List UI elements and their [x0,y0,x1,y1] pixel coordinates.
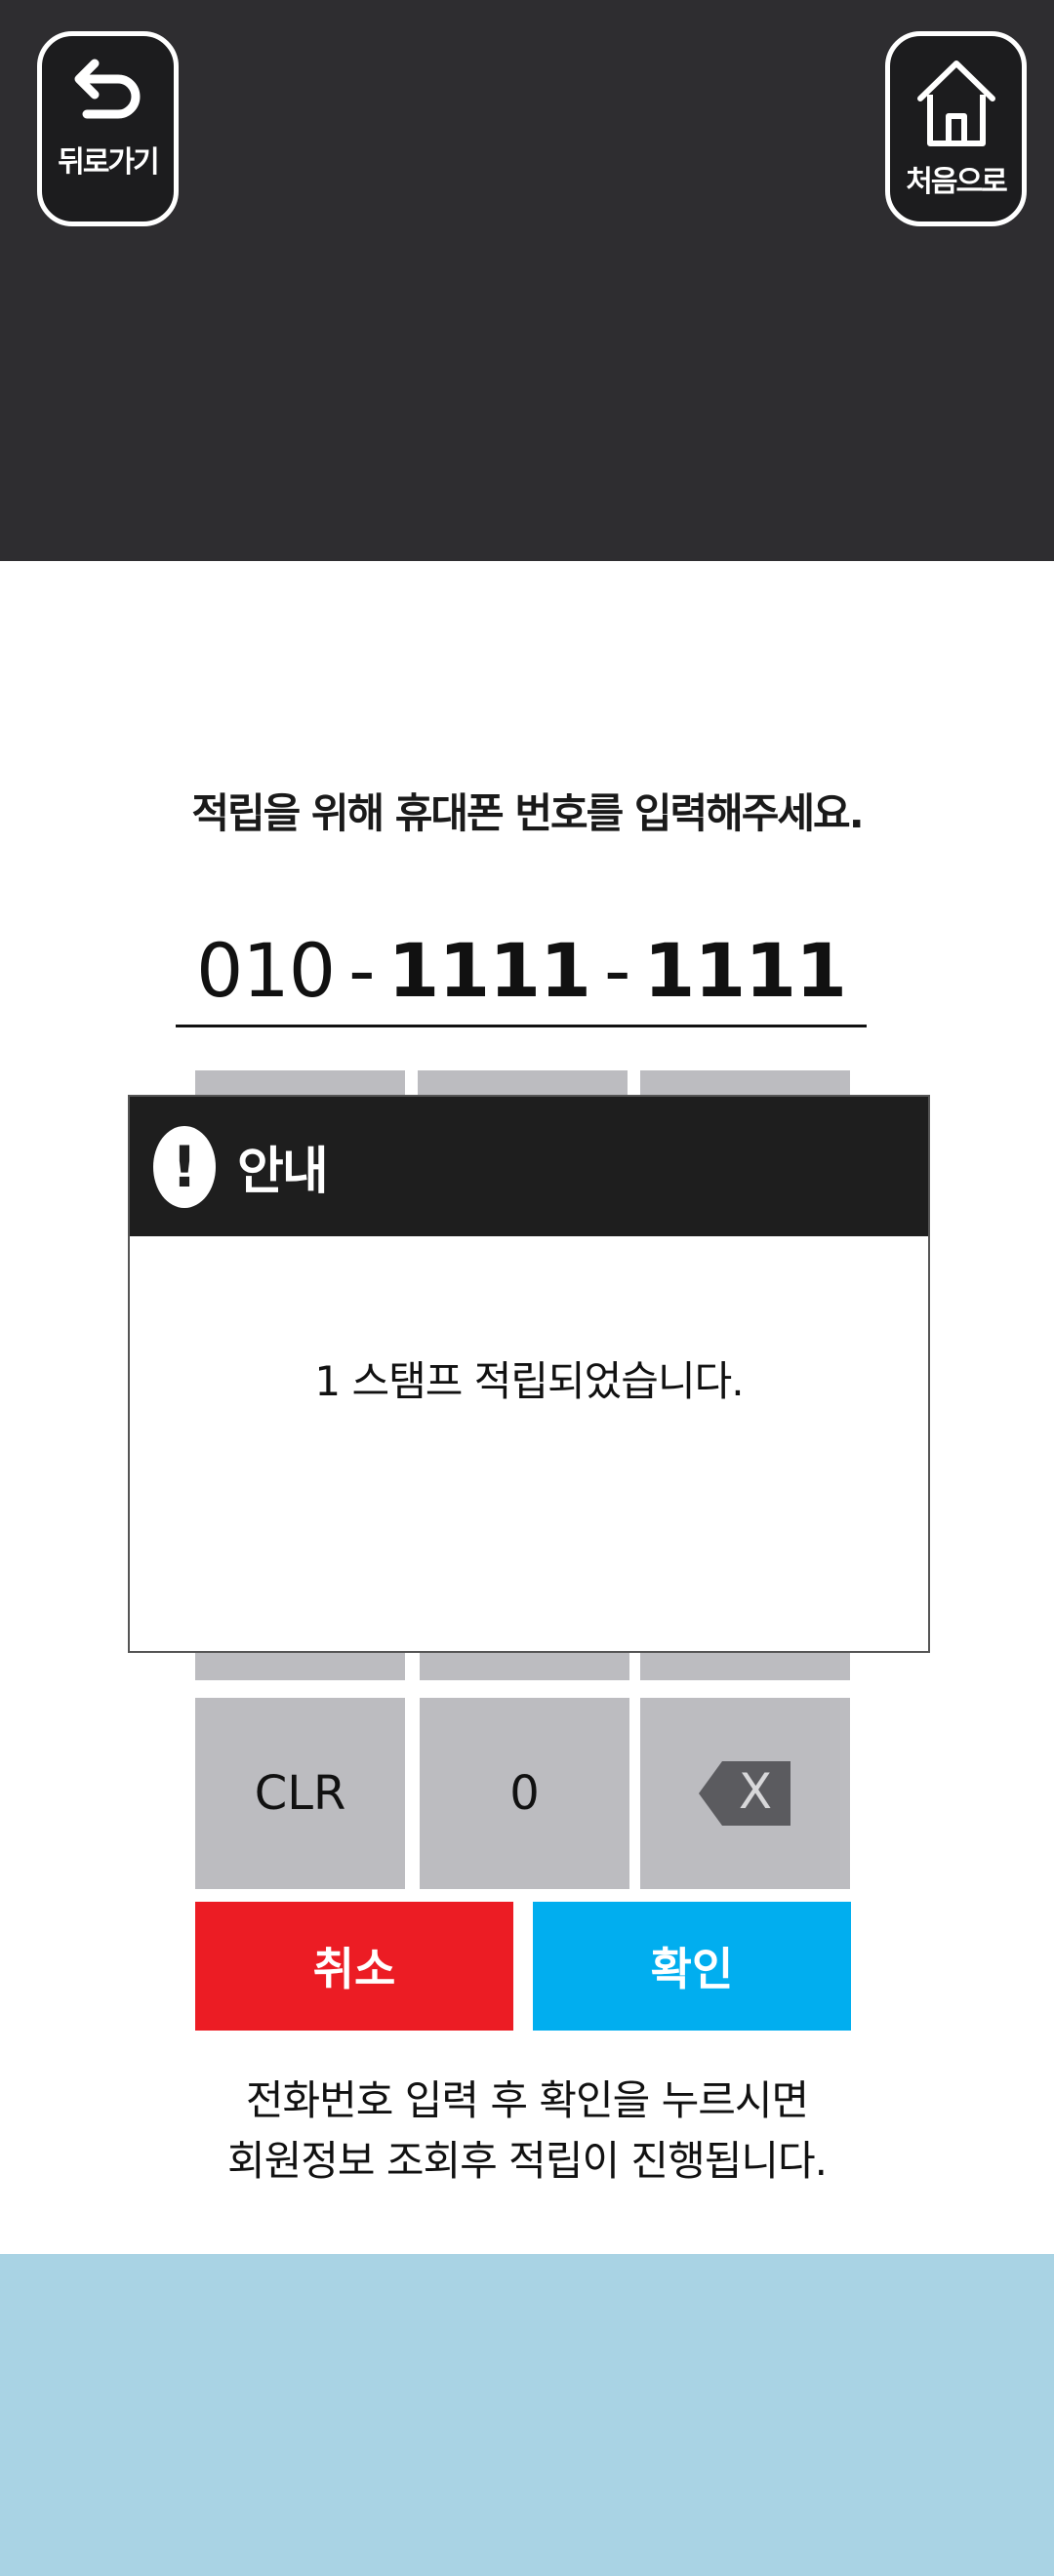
confirm-button[interactable]: 확인 [533,1902,851,2031]
backspace-icon: X [698,1761,790,1826]
kiosk-screen: 뒤로가기 처음으로 적립을 위해 휴대폰 번호를 입력해주세요. 010-111… [0,0,1054,2576]
cancel-button-label: 취소 [312,1943,396,1995]
instruction-line-2: 회원정보 조회후 적립이 진행됩니다. [226,2137,828,2185]
zero-key-label: 0 [509,1766,540,1821]
clear-key-label: CLR [254,1766,346,1821]
back-arrow-icon [74,59,140,119]
phone-part-2: 1111 [387,927,592,1014]
phone-number-display: 010-1111-1111 [176,922,867,1027]
bottom-panel [0,2254,1054,2576]
dialog-message: 1 스탬프 적립되었습니다. [314,1357,744,1405]
phone-part-1: 010 [196,927,336,1014]
phone-part-3: 1111 [643,927,847,1014]
home-icon [916,60,995,146]
home-button-label: 처음으로 [906,165,1007,199]
back-button[interactable]: 뒤로가기 [37,31,179,226]
backspace-glyph: X [738,1763,771,1820]
home-button[interactable]: 처음으로 [885,31,1027,226]
backspace-key[interactable]: X [640,1698,850,1889]
dialog-header: ! 안내 [130,1097,928,1236]
phone-prompt: 적립을 위해 휴대폰 번호를 입력해주세요. [191,789,864,837]
confirm-button-label: 확인 [650,1943,734,1995]
alert-icon: ! [153,1125,216,1208]
phone-dash-1: - [348,927,375,1014]
dialog-title: 안내 [237,1143,329,1201]
instruction-text: 전화번호 입력 후 확인을 누르시면 회원정보 조회후 적립이 진행됩니다. [0,2071,1054,2192]
top-bar: 뒤로가기 처음으로 [0,0,1054,561]
back-button-label: 뒤로가기 [58,145,159,180]
cancel-button[interactable]: 취소 [195,1902,513,2031]
instruction-line-1: 전화번호 입력 후 확인을 누르시면 [245,2076,809,2124]
phone-dash-2: - [604,927,630,1014]
zero-key[interactable]: 0 [420,1698,629,1889]
notice-dialog: ! 안내 1 스탬프 적립되었습니다. [128,1095,930,1653]
alert-icon-glyph: ! [171,1133,198,1200]
clear-key[interactable]: CLR [195,1698,405,1889]
